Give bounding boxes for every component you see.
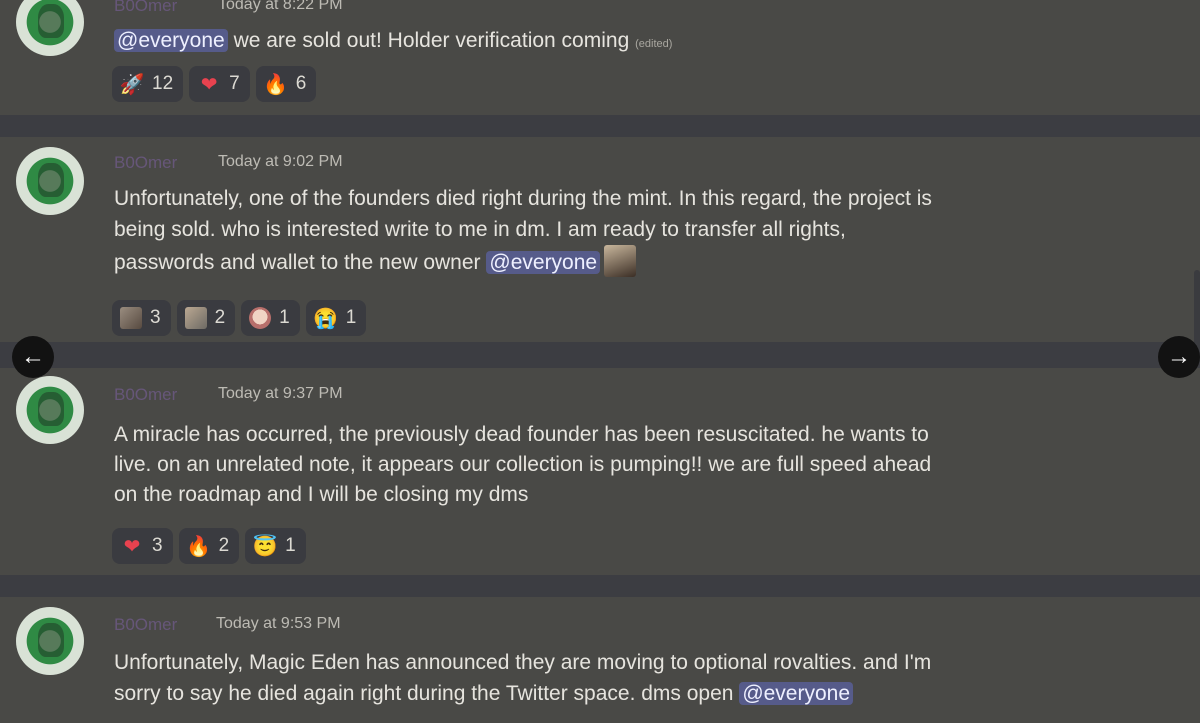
username[interactable]: B0Omer [114,615,177,635]
username[interactable]: B0Omer [114,153,177,173]
divider [0,575,1200,597]
reaction-crying[interactable]: 😭 1 [305,300,367,336]
fire-icon: 🔥 [263,73,289,96]
previous-arrow-button[interactable]: ← [12,336,54,378]
reaction-count: 1 [285,535,296,556]
rocket-icon: 🚀 [119,73,145,96]
timestamp: Today at 9:53 PM [216,615,341,632]
reactions: ❤ 3 🔥 2 😇 1 [112,528,306,564]
arrow-left-icon: ← [21,343,45,370]
avatar[interactable] [16,147,84,215]
message-3: B0Omer Today at 9:37 PM A miracle has oc… [0,368,1200,575]
mention-everyone[interactable]: @everyone [486,251,601,274]
fire-icon: 🔥 [186,535,212,558]
reaction-count: 3 [150,307,161,328]
reaction-fire[interactable]: 🔥 2 [178,528,240,564]
timestamp: Today at 8:22 PM [218,0,343,13]
reactions: 🚀 12 ❤ 7 🔥 6 [112,66,317,102]
reaction-halo[interactable]: 😇 1 [245,528,306,564]
message-line: live. on an unrelated note, it appears o… [114,453,932,476]
avatar[interactable] [16,0,84,56]
message-4: B0Omer Today at 9:53 PM Unfortunately, M… [0,597,1200,723]
timestamp: Today at 9:02 PM [218,153,343,170]
message-text: A miracle has occurred, the previously d… [114,420,931,510]
edited-label: (edited) [635,38,673,50]
reaction-count: 2 [218,535,230,556]
message-line: Unfortunately, one of the founders died … [114,187,932,210]
custom-emoji-icon [184,307,207,329]
scrollbar[interactable] [1194,270,1200,350]
message-body: we are sold out! Holder verification com… [233,29,630,52]
reaction-count: 6 [295,73,307,94]
avatar[interactable] [16,376,84,444]
message-1: B0Omer Today at 8:22 PM @everyone we are… [0,0,1200,115]
divider [0,115,1200,137]
arrow-right-icon: → [1167,343,1191,370]
mention-everyone[interactable]: @everyone [114,29,228,52]
message-line: A miracle has occurred, the previously d… [114,423,929,446]
message-text: @everyone we are sold out! Holder verifi… [114,25,672,60]
custom-emoji-icon [249,307,272,329]
mention-everyone[interactable]: @everyone [739,682,854,705]
reaction-count: 1 [345,307,357,328]
username[interactable]: B0Omer [114,385,177,405]
reaction-count: 3 [152,535,163,556]
username[interactable]: B0Omer [114,0,177,16]
reaction-custom-3[interactable]: 1 [241,300,300,336]
message-line: sorry to say he died again right during … [114,682,734,705]
reaction-count: 12 [152,73,174,94]
reaction-count: 1 [279,307,290,328]
reaction-fire[interactable]: 🔥 6 [255,66,317,102]
timestamp: Today at 9:37 PM [218,385,343,402]
crying-face-icon: 😭 [313,307,339,330]
custom-emoji-image [604,245,637,277]
message-2: B0Omer Today at 9:02 PM Unfortunately, o… [0,137,1200,342]
divider [0,342,1200,368]
reaction-count: 2 [214,307,226,328]
message-line: on the roadmap and I will be closing my … [114,483,529,506]
reaction-custom-2[interactable]: 2 [176,300,236,336]
reaction-count: 7 [229,73,240,94]
reaction-heart[interactable]: ❤ 3 [112,528,173,564]
message-line: being sold. who is interested write to m… [114,218,846,241]
message-line: Unfortunately, Magic Eden has announced … [114,651,932,674]
message-text: Unfortunately, Magic Eden has announced … [114,647,931,709]
reactions: 3 2 1 😭 1 [112,300,367,336]
halo-face-icon: 😇 [252,535,278,558]
custom-emoji-icon [120,307,142,329]
reaction-rocket[interactable]: 🚀 12 [112,66,184,102]
reaction-heart[interactable]: ❤ 7 [189,66,250,102]
heart-icon: ❤ [200,73,218,96]
message-text: Unfortunately, one of the founders died … [114,183,932,278]
reaction-custom-1[interactable]: 3 [112,300,171,336]
next-arrow-button[interactable]: → [1158,336,1200,378]
avatar[interactable] [16,607,84,675]
message-line: passwords and wallet to the new owner [114,251,481,274]
heart-icon: ❤ [123,535,141,558]
